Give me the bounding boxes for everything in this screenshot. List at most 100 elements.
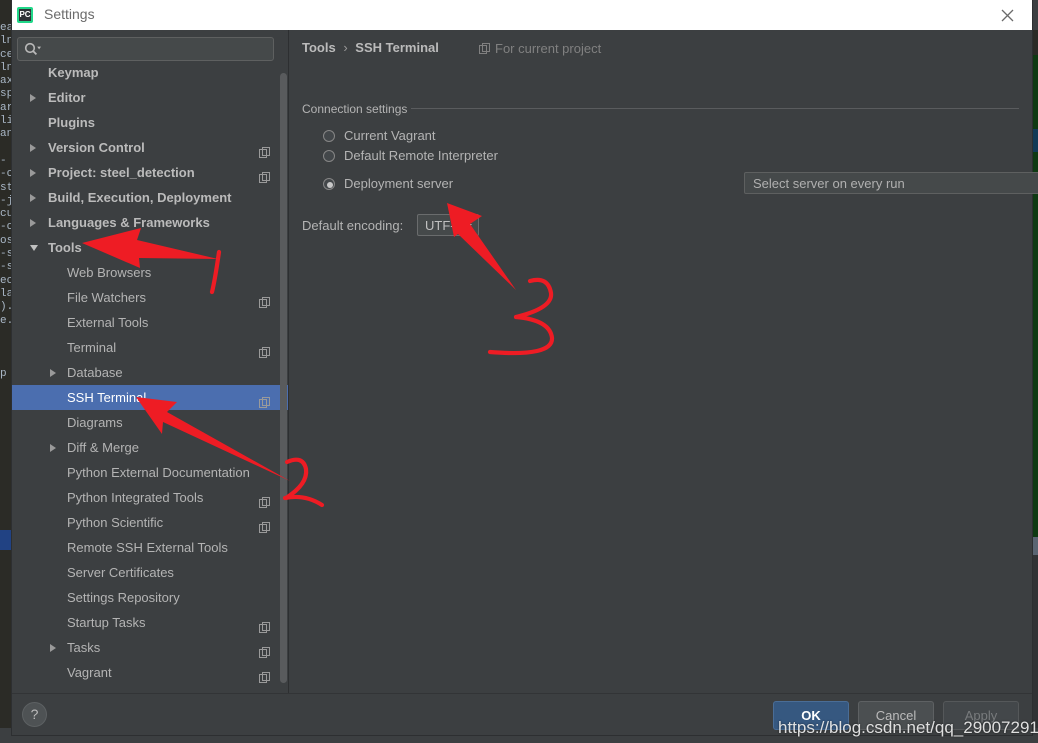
sidebar-item-diff-merge[interactable]: Diff & Merge	[12, 435, 288, 460]
chevron-right-icon[interactable]	[30, 219, 36, 227]
sidebar-item-label: Tools	[48, 240, 82, 255]
ide-right-gutter-bottom	[1032, 555, 1038, 743]
ide-right-gutter-green	[1032, 55, 1038, 537]
sidebar-item-ssh-terminal[interactable]: SSH Terminal	[12, 385, 288, 410]
sidebar-item-python-integrated-tools[interactable]: Python Integrated Tools	[12, 485, 288, 510]
sidebar-item-label: SSH Terminal	[67, 390, 147, 405]
sidebar-item-python-scientific[interactable]: Python Scientific	[12, 510, 288, 535]
sidebar-item-project-steel-detection[interactable]: Project: steel_detection	[12, 160, 288, 185]
close-icon[interactable]	[990, 0, 1024, 30]
sidebar-item-label: Settings Repository	[67, 590, 180, 605]
copy-scope-glyph	[259, 347, 270, 358]
ide-right-gutter-grey	[1032, 537, 1038, 555]
sidebar-item-file-watchers[interactable]: File Watchers	[12, 285, 288, 310]
settings-tree[interactable]: Keymap Editor Plugins Version Control Projec…	[12, 68, 288, 693]
breadcrumb-leaf: SSH Terminal	[355, 40, 439, 55]
default-encoding-value: UTF-8	[425, 218, 462, 233]
copy-scope-icon	[259, 166, 270, 183]
sidebar-item-remote-ssh-external-tools[interactable]: Remote SSH External Tools	[12, 535, 288, 560]
sidebar-item-version-control[interactable]: Version Control	[12, 135, 288, 160]
sidebar-item-server-certificates[interactable]: Server Certificates	[12, 560, 288, 585]
sidebar-item-label: Languages & Frameworks	[48, 215, 210, 230]
chevron-right-icon[interactable]	[30, 144, 36, 152]
deployment-server-value: Select server on every run	[753, 176, 905, 191]
sidebar-item-startup-tasks[interactable]: Startup Tasks	[12, 610, 288, 635]
dialog-titlebar: PC Settings	[12, 0, 1032, 30]
sidebar-item-label: Python Scientific	[67, 515, 164, 530]
chevron-down-icon	[464, 224, 472, 229]
copy-scope-icon	[259, 516, 270, 533]
sidebar-item-plugins[interactable]: Plugins	[12, 110, 288, 135]
sidebar-item-label: File Watchers	[67, 290, 146, 305]
editor-selection-sliver	[0, 530, 12, 550]
copy-scope-icon	[259, 341, 270, 358]
default-encoding-select[interactable]: UTF-8	[417, 214, 479, 236]
chevron-right-icon[interactable]	[30, 169, 36, 177]
sidebar-item-settings-repository[interactable]: Settings Repository	[12, 585, 288, 610]
close-glyph	[1001, 9, 1014, 22]
sidebar-item-label: Tasks	[67, 640, 101, 655]
sidebar-item-editor[interactable]: Editor	[12, 85, 288, 110]
sidebar-item-label: External Tools	[67, 315, 149, 330]
sidebar-item-label: Diff & Merge	[67, 440, 140, 455]
sidebar-item-label: Diagrams	[67, 415, 123, 430]
editor-code-sliver: ea ln ce ln ax sp ar li an - -o st -j cu…	[0, 0, 12, 743]
copy-scope-glyph	[259, 647, 270, 658]
sidebar-item-label: Plugins	[48, 115, 95, 130]
ide-right-gutter-blue	[1032, 129, 1038, 152]
sidebar-item-label: Terminal	[67, 340, 117, 355]
settings-dialog: PC Settings Keymap Editor Plugins Version C…	[12, 0, 1038, 735]
dialog-title: Settings	[44, 6, 95, 22]
sidebar-item-external-tools[interactable]: External Tools	[12, 310, 288, 335]
help-button[interactable]: ?	[22, 702, 47, 727]
sidebar-item-keymap[interactable]: Keymap	[12, 68, 288, 85]
copy-scope-icon	[259, 641, 270, 658]
sidebar-item-diagrams[interactable]: Diagrams	[12, 410, 288, 435]
sidebar-item-label: Web Browsers	[67, 265, 152, 280]
chevron-right-icon[interactable]	[50, 644, 56, 652]
sidebar-item-terminal[interactable]: Terminal	[12, 335, 288, 360]
radio-dot-default-remote-interpreter	[323, 150, 335, 162]
sidebar-item-tasks[interactable]: Tasks	[12, 635, 288, 660]
ide-right-gutter-top	[1032, 0, 1038, 30]
for-current-project-label: For current project	[495, 41, 602, 56]
copy-scope-glyph	[259, 297, 270, 308]
copy-scope-glyph	[259, 497, 270, 508]
chevron-right-icon[interactable]	[30, 194, 36, 202]
deployment-server-select[interactable]: Select server on every run	[744, 172, 1038, 194]
copy-scope-glyph	[259, 672, 270, 683]
breadcrumb-root[interactable]: Tools	[302, 40, 336, 55]
sidebar-item-label: Startup Tasks	[67, 615, 146, 630]
sidebar-item-label: Project: steel_detection	[48, 165, 195, 180]
radio-label-deployment-server: Deployment server	[344, 176, 454, 191]
tree-scrollbar[interactable]	[280, 73, 287, 683]
sidebar-item-label: Remote SSH External Tools	[67, 540, 228, 555]
breadcrumb-separator: ›	[343, 40, 348, 55]
sidebar-item-vagrant[interactable]: Vagrant	[12, 660, 288, 685]
sidebar-item-database[interactable]: Database	[12, 360, 288, 385]
settings-tree-panel: Keymap Editor Plugins Version Control Projec…	[12, 30, 288, 693]
copy-scope-icon	[259, 491, 270, 508]
radio-label-current-vagrant: Current Vagrant	[344, 128, 436, 143]
sidebar-item-tools[interactable]: Tools	[12, 235, 288, 260]
breadcrumb: Tools › SSH Terminal	[302, 40, 439, 55]
sidebar-item-languages-frameworks[interactable]: Languages & Frameworks	[12, 210, 288, 235]
pycharm-icon: PC	[17, 7, 33, 23]
sidebar-item-build-execution-deployment[interactable]: Build, Execution, Deployment	[12, 185, 288, 210]
radio-dot-current-vagrant	[323, 130, 335, 142]
copy-scope-icon	[259, 666, 270, 683]
radio-dot-deployment-server	[323, 178, 335, 190]
search-box[interactable]	[17, 37, 274, 61]
chevron-down-icon[interactable]	[30, 245, 38, 251]
chevron-right-icon[interactable]	[50, 444, 56, 452]
chevron-right-icon[interactable]	[50, 369, 56, 377]
copy-scope-icon	[479, 42, 490, 57]
copy-scope-icon	[259, 616, 270, 633]
sidebar-item-python-external-documentation[interactable]: Python External Documentation	[12, 460, 288, 485]
copy-scope-icon	[259, 391, 270, 408]
chevron-right-icon[interactable]	[30, 94, 36, 102]
search-input[interactable]	[17, 37, 274, 61]
sidebar-item-label: Python Integrated Tools	[67, 490, 204, 505]
copy-scope-glyph	[259, 147, 270, 158]
sidebar-item-web-browsers[interactable]: Web Browsers	[12, 260, 288, 285]
